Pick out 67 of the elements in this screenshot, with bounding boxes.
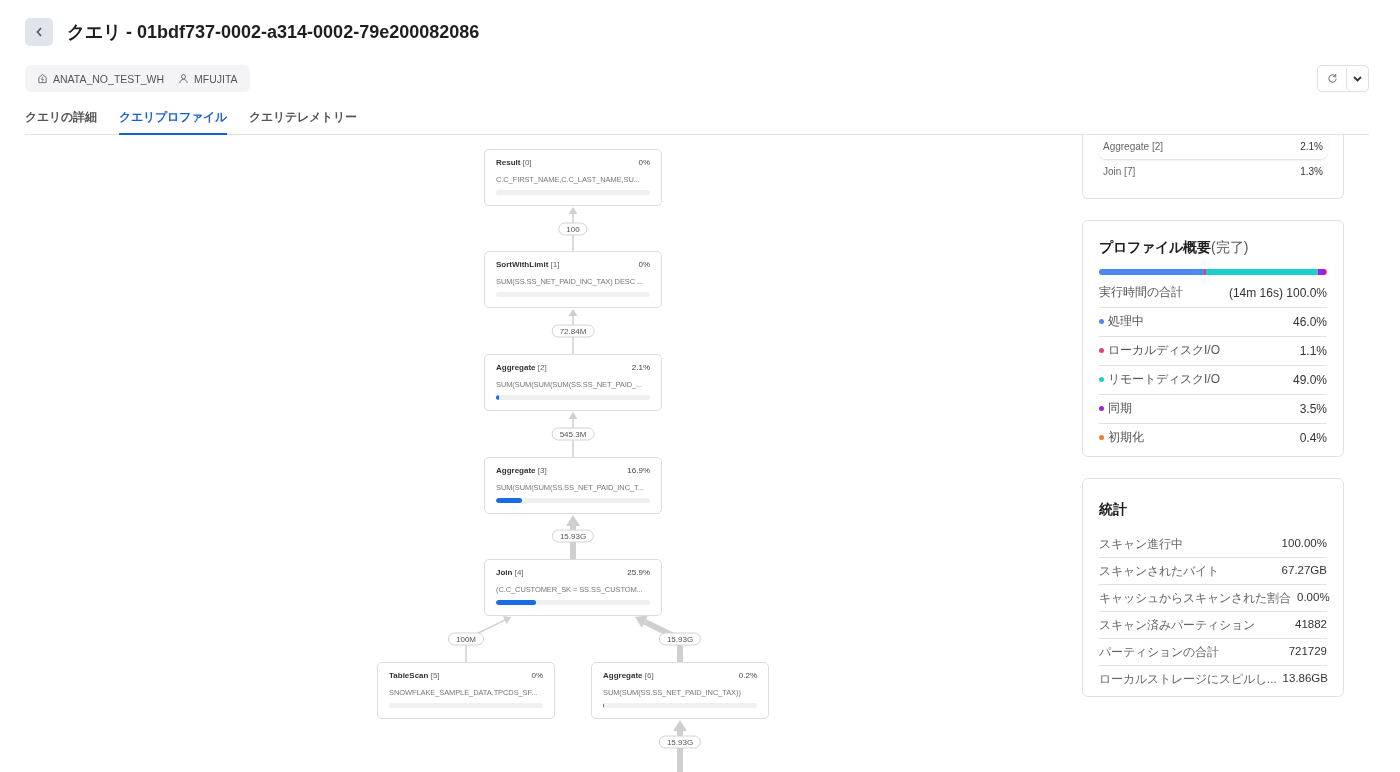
node-title: SortWithLimit [1] xyxy=(496,260,560,269)
category-value: 1.1% xyxy=(1299,343,1327,358)
node-title: TableScan [5] xyxy=(389,671,440,680)
stat-value: 41882 xyxy=(1295,618,1327,632)
category-label: 同期 xyxy=(1108,400,1132,417)
stat-value: 0.00% xyxy=(1297,591,1330,605)
total-label: 実行時間の合計 xyxy=(1099,284,1183,301)
chevron-down-icon xyxy=(1353,75,1362,82)
category-value: 49.0% xyxy=(1292,372,1327,387)
stat-value: 100.00% xyxy=(1281,537,1327,551)
stat-label: スキャンされたバイト xyxy=(1099,564,1219,579)
operator-row[interactable]: Join [7] 1.3% xyxy=(1103,160,1323,184)
operator-row[interactable]: Aggregate [2] 2.1% xyxy=(1098,135,1328,160)
category-value: 46.0% xyxy=(1292,314,1327,329)
row-count-label: 72.84M xyxy=(551,324,595,338)
node-percent: 0% xyxy=(638,260,650,269)
node-percent: 0.2% xyxy=(738,671,757,680)
warehouse-icon xyxy=(37,73,48,84)
refresh-icon xyxy=(1326,73,1338,84)
warehouse-name: ANATA_NO_TEST_WH xyxy=(53,72,165,85)
card-title: プロファイル概要 xyxy=(1099,239,1211,257)
node-percent: 0% xyxy=(638,158,650,167)
node-title: Aggregate [3] xyxy=(496,466,547,475)
back-button[interactable] xyxy=(25,18,53,46)
row-count-label: 100M xyxy=(448,632,484,646)
operator-percent: 1.3% xyxy=(1300,166,1323,177)
stat-label: キャッシュからスキャンされた割合 xyxy=(1099,591,1291,606)
category-label: 処理中 xyxy=(1108,313,1144,330)
stat-value: 721729 xyxy=(1288,645,1327,659)
stat-label: スキャン進行中 xyxy=(1099,537,1183,552)
node-percent: 25.9% xyxy=(627,568,650,577)
category-label: ローカルディスクI/O xyxy=(1108,342,1220,359)
category-label: 初期化 xyxy=(1108,429,1144,446)
operator-name: Aggregate [2] xyxy=(1103,141,1164,152)
node-percent: 2.1% xyxy=(631,363,650,372)
chevron-left-icon xyxy=(35,27,43,37)
user-icon xyxy=(178,73,190,84)
row-count-label: 100 xyxy=(558,222,588,236)
row-count-label: 15.93G xyxy=(658,632,702,646)
node-title: Aggregate [2] xyxy=(496,363,547,372)
stat-value: 67.27GB xyxy=(1281,564,1327,578)
dropdown-button[interactable] xyxy=(1346,66,1368,91)
tab[interactable]: クエリテレメトリー xyxy=(249,106,357,135)
node-percent: 0% xyxy=(531,671,543,680)
row-count-label: 15.93G xyxy=(551,529,595,543)
node-title: Aggregate [6] xyxy=(603,671,654,680)
operator-percent: 2.1% xyxy=(1300,141,1323,152)
user-name: MFUJITA xyxy=(194,72,238,85)
node-title: Result [0] xyxy=(496,158,532,167)
card-title: 統計 xyxy=(1099,501,1127,519)
stat-label: パーティションの合計 xyxy=(1099,645,1219,660)
stat-label: スキャン済みパーティション xyxy=(1099,618,1255,633)
category-label: リモートディスクI/O xyxy=(1108,371,1220,388)
row-count-label: 545.3M xyxy=(551,427,595,441)
row-count-label: 15.93G xyxy=(658,735,702,749)
operator-name: Join [7] xyxy=(1103,166,1136,177)
status-text: (完了) xyxy=(1211,239,1249,257)
node-title: Join [4] xyxy=(496,568,524,577)
category-value: 3.5% xyxy=(1299,401,1327,416)
tab[interactable]: クエリの詳細 xyxy=(25,106,97,135)
page-title: クエリ - 01bdf737-0002-a314-0002-79e200082086 xyxy=(67,21,480,44)
node-percent: 16.9% xyxy=(627,466,650,475)
tab[interactable]: クエリプロファイル xyxy=(119,106,227,135)
stat-label: ローカルストレージにスピルし... xyxy=(1099,672,1277,687)
total-value: (14m 16s) 100.0% xyxy=(1228,285,1327,300)
category-value: 0.4% xyxy=(1299,430,1327,445)
stat-value: 13.86GB xyxy=(1282,672,1328,686)
